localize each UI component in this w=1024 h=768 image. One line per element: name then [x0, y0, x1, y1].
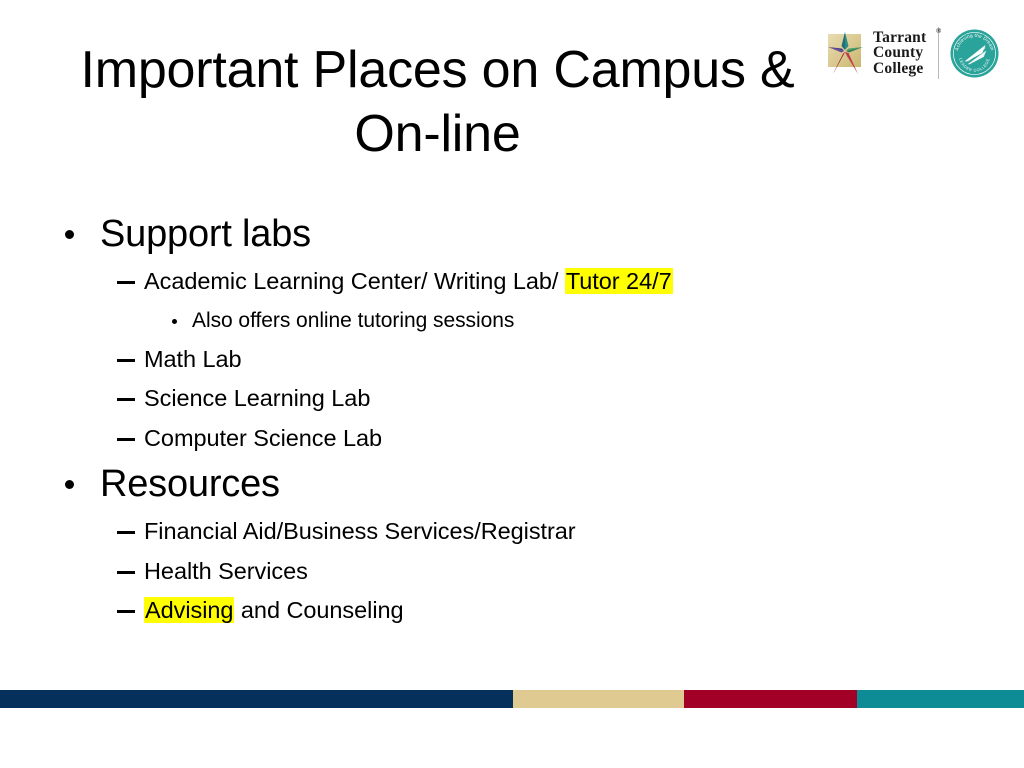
bullet-text: Math Lab — [144, 345, 242, 372]
logo-divider — [938, 27, 940, 79]
bottom-accent-bar — [0, 690, 1024, 708]
slide-body: Support labs Academic Learning Center/ Wr… — [58, 208, 958, 631]
bullet-text: Financial Aid/Business Services/Registra… — [144, 518, 576, 544]
slide-canvas: Tarrant County College ® Achieving the — [0, 0, 1024, 768]
tcc-star-icon — [822, 30, 868, 76]
bullet-item-level-2: Computer Science Lab — [58, 419, 958, 459]
tcc-wordmark-line-3: College — [873, 59, 924, 77]
dash-bullet-icon — [117, 281, 135, 284]
dash-bullet-icon — [117, 358, 135, 362]
tarrant-county-college-logo: Tarrant County College ® — [822, 25, 941, 81]
tcc-wordmark: Tarrant County College ® — [873, 27, 941, 77]
bullet-item-level-2: Financial Aid/Business Services/Registra… — [58, 512, 958, 552]
bullet-text: Resources — [100, 463, 280, 505]
logo-group: Tarrant County College ® Achieving the — [822, 22, 1012, 84]
slide-title: Important Places on Campus & On-line — [60, 38, 815, 166]
bullet-text: and Counseling — [234, 597, 404, 623]
dash-bullet-icon — [117, 531, 135, 534]
bottom-bar-segment-tan — [513, 690, 684, 708]
bullet-item-level-2: Science Learning Lab — [58, 379, 958, 419]
bottom-bar-segment-crimson — [684, 690, 857, 708]
slide-title-line-1: Important Places on Campus & — [80, 41, 795, 99]
bullet-text: Also offers online tutoring sessions — [192, 308, 515, 332]
dash-bullet-icon — [117, 610, 135, 613]
bullet-item-level-2: Math Lab — [58, 340, 958, 380]
bullet-item-level-2: Advising and Counseling — [58, 591, 958, 631]
highlighted-text: Tutor 24/7 — [564, 268, 673, 294]
bottom-bar-segment-navy — [0, 690, 513, 708]
bullet-text: Academic Learning Center/ Writing Lab/ — [144, 268, 565, 294]
bullet-text: Science Learning Lab — [144, 385, 371, 411]
bullet-text: Support labs — [100, 213, 311, 255]
bullet-item-level-1: Resources — [58, 458, 958, 510]
tcc-wordmark-line-1: Tarrant — [873, 28, 927, 46]
bullet-item-level-1: Support labs — [58, 208, 958, 260]
tcc-wordmark-line-2: County — [873, 44, 924, 62]
dot-bullet-icon — [172, 318, 177, 324]
achieving-the-dream-seal-icon: Achieving the Dream LEADER COLLEGE — [950, 28, 999, 78]
dash-bullet-icon — [117, 398, 135, 401]
dash-bullet-icon — [117, 570, 135, 574]
bottom-bar-segment-teal — [857, 690, 1024, 708]
slide-title-line-2: On-line — [354, 105, 521, 163]
dot-bullet-icon — [65, 480, 74, 489]
dash-bullet-icon — [117, 437, 135, 441]
dot-bullet-icon — [65, 230, 74, 239]
bullet-text: Computer Science Lab — [144, 424, 383, 451]
highlighted-text: Advising — [144, 597, 235, 623]
bullet-item-level-3: Also offers online tutoring sessions — [58, 302, 958, 340]
bullet-item-level-2: Academic Learning Center/ Writing Lab/ T… — [58, 262, 958, 302]
bullet-item-level-2: Health Services — [58, 552, 958, 592]
bullet-text: Health Services — [144, 557, 308, 584]
